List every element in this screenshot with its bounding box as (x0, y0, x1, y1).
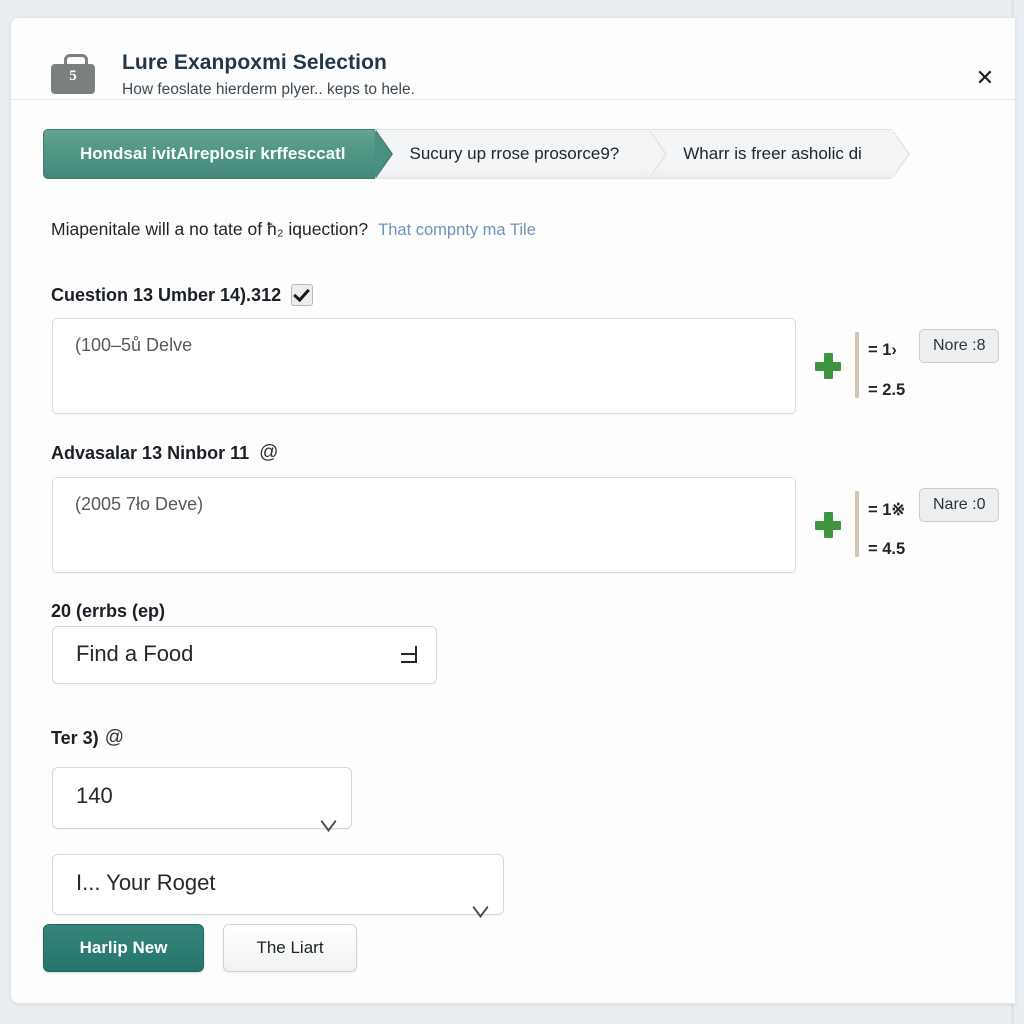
breadcrumb: Hondsai ivitAlreplosir krffesccatl Sucur… (43, 129, 910, 179)
page-title: Lure Exanpoxmi Selection (122, 51, 387, 74)
tab-step-1[interactable]: Hondsai ivitAlreplosir krffesccatl (43, 129, 394, 179)
save-button[interactable]: Harlip New (43, 924, 204, 972)
cancel-button[interactable]: The Liart (223, 924, 357, 972)
dialog-header: 5 Lure Exanpoxmi Selection How feoslate … (11, 18, 1015, 100)
briefcase-badge-count: 5 (69, 68, 77, 84)
tab-step-1-label: Hondsai ivitAlreplosir krffesccatl (80, 144, 346, 163)
field-2-label-row: Advasalar 13 Ninbor 11 @ (51, 442, 278, 464)
tab-step-3[interactable]: Wharr is freer asholic di (649, 129, 910, 179)
food-select-label-text: 20 (errbs (ep) (51, 601, 166, 621)
tab-step-3-label: Wharr is freer asholic di (683, 144, 862, 163)
field-2-eq-first: = 1※ (868, 501, 906, 519)
field-2-divider (855, 491, 859, 557)
tab-step-2-label: Sucury up rrose prosorce9? (409, 144, 620, 163)
chevron-down-icon (322, 815, 339, 824)
field-2-eq-second: = 4.5 (868, 540, 906, 558)
unit-select[interactable]: I... Your Roget (52, 854, 504, 915)
amount-select-value: 140 (76, 783, 113, 808)
question-link[interactable]: That compnty ma Tile (378, 221, 536, 239)
amount-select-label-text: Ter 3) (51, 727, 99, 748)
field-2-label: Advasalar 13 Ninbor 11 (51, 442, 250, 463)
food-select-label: 20 (errbs (ep) (51, 601, 165, 622)
plus-icon[interactable] (815, 512, 841, 538)
chevron-down-icon (474, 901, 491, 910)
field-2-input[interactable]: (2005 7ło Deve) (52, 477, 796, 573)
briefcase-icon: 5 (49, 54, 97, 96)
question-text: Miapenitale will a no tate of ħ₂ iquecti… (51, 219, 369, 239)
field-2-side-panel: = 1※ = 4.5 Nare :0 (806, 477, 1015, 571)
field-1-label: Cuestion 13 Umber 14).312 (51, 284, 282, 305)
close-icon[interactable]: ✕ (969, 62, 1001, 94)
food-select-value: Find a Food (76, 641, 194, 666)
field-1-divider (855, 332, 859, 398)
plus-icon[interactable] (815, 353, 841, 379)
field-1-label-row: Cuestion 13 Umber 14).312 (51, 284, 314, 306)
question-line: Miapenitale will a no tate of ħ₂ iquecti… (51, 219, 536, 240)
field-2-note-button[interactable]: Nare :0 (919, 488, 1000, 522)
field-1-input-value: (100–5ů Delve (75, 335, 193, 355)
field-1-checkbox[interactable] (291, 284, 314, 306)
field-1-eq-first: = 1› (868, 341, 897, 359)
field-2-input-value: (2005 7ło Deve) (75, 494, 204, 514)
field-1-side-panel: = 1› = 2.5 Nore :8 (806, 318, 1015, 412)
amount-select-label: Ter 3) @ (51, 727, 124, 749)
food-select[interactable]: Find a Food (52, 626, 437, 684)
tab-step-2[interactable]: Sucury up rrose prosorce9? (375, 129, 668, 179)
field-1-eq-second: = 2.5 (868, 381, 906, 399)
dialog-card: 5 Lure Exanpoxmi Selection How feoslate … (10, 17, 1016, 1004)
double-chevron-down-icon (401, 644, 417, 666)
at-icon: @ (259, 442, 279, 463)
amount-select[interactable]: 140 (52, 767, 352, 829)
field-1-input[interactable]: (100–5ů Delve (52, 318, 796, 414)
page-subtitle: How feoslate hierderm plyer.. keps to he… (122, 81, 415, 98)
at-icon: @ (104, 727, 124, 748)
field-1-note-button[interactable]: Nore :8 (919, 329, 1000, 363)
unit-select-value: I... Your Roget (76, 870, 216, 895)
